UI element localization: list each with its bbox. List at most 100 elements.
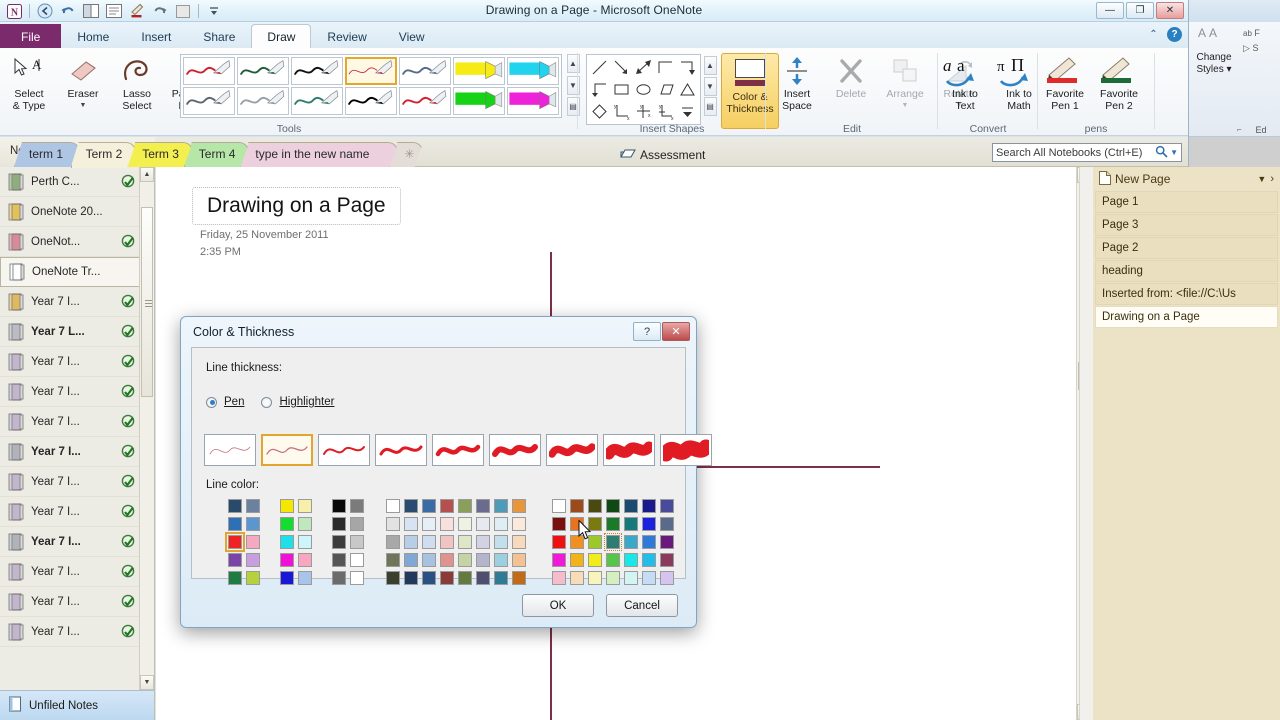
page-panel-scrollbar[interactable] xyxy=(1079,167,1093,720)
new-page-dropdown-icon[interactable]: ▼ xyxy=(1257,174,1266,184)
pen-swatch-pen-teal[interactable] xyxy=(291,87,343,115)
color-swatch[interactable] xyxy=(228,499,242,513)
color-swatch[interactable] xyxy=(476,499,490,513)
color-swatch[interactable] xyxy=(458,499,472,513)
color-swatch[interactable] xyxy=(642,499,656,513)
color-swatch[interactable] xyxy=(660,535,674,549)
color-swatch[interactable] xyxy=(298,517,312,531)
notebook-item[interactable]: Year 7 I...⌄ xyxy=(0,497,154,527)
page-list[interactable]: Page 1 Page 3 Page 2 heading Inserted from: … xyxy=(1093,191,1280,328)
ribbon-tab-review[interactable]: Review xyxy=(311,24,382,49)
color-swatch[interactable] xyxy=(350,499,364,513)
favorite-pen-1-button[interactable]: Favorite Pen 1 xyxy=(1038,50,1092,112)
color-swatch[interactable] xyxy=(512,499,526,513)
color-swatch[interactable] xyxy=(332,571,346,585)
color-swatch[interactable] xyxy=(332,553,346,567)
dropdown-arrow-icon[interactable]: ▼ xyxy=(80,100,87,112)
maximize-button[interactable]: ❐ xyxy=(1126,2,1154,19)
thickness-option-2[interactable] xyxy=(261,434,313,466)
color-swatch[interactable] xyxy=(298,571,312,585)
axis-quadrant-icon[interactable]: yx xyxy=(655,101,676,122)
notebook-item[interactable]: Year 7 I...⌄ xyxy=(0,287,154,317)
axis-y-x-icon[interactable]: yx xyxy=(611,101,632,122)
color-swatch[interactable] xyxy=(552,517,566,531)
color-swatch[interactable] xyxy=(386,571,400,585)
section-tab-term-2[interactable]: Term 2 xyxy=(71,142,137,168)
notebook-item[interactable]: Perth C...⌄ xyxy=(0,167,154,197)
parallelogram-icon[interactable] xyxy=(655,79,676,100)
color-swatch[interactable] xyxy=(458,553,472,567)
color-swatch[interactable] xyxy=(350,571,364,585)
thickness-option-8[interactable] xyxy=(603,434,655,466)
color-swatch[interactable] xyxy=(386,517,400,531)
shapes-more[interactable]: ▤ xyxy=(703,97,717,116)
section-group-assessment[interactable]: Assessment xyxy=(620,147,705,163)
pen-swatch-highlighter-yellow[interactable] xyxy=(453,57,505,85)
color-swatch[interactable] xyxy=(604,533,622,551)
color-swatch[interactable] xyxy=(570,499,584,513)
pen-swatch-pen-black[interactable] xyxy=(291,57,343,85)
pen-radio[interactable] xyxy=(206,396,217,408)
palette-group-2[interactable] xyxy=(280,499,314,587)
color-swatch[interactable] xyxy=(225,532,245,552)
highlighter-radio[interactable] xyxy=(261,396,273,408)
color-swatch[interactable] xyxy=(552,499,566,513)
color-swatch[interactable] xyxy=(494,499,508,513)
color-swatch[interactable] xyxy=(660,553,674,567)
section-tab-term-1[interactable]: term 1 xyxy=(14,142,80,167)
color-swatch[interactable] xyxy=(642,553,656,567)
bg-find-row[interactable]: ab F xyxy=(1243,26,1260,41)
color-swatch[interactable] xyxy=(570,553,584,567)
color-swatch[interactable] xyxy=(386,553,400,567)
color-swatch[interactable] xyxy=(332,517,346,531)
color-swatch[interactable] xyxy=(386,499,400,513)
color-swatch[interactable] xyxy=(494,571,508,585)
dialog-buttons[interactable]: OK Cancel xyxy=(522,594,678,617)
pen-swatch-pen-red[interactable] xyxy=(183,57,235,85)
color-swatch[interactable] xyxy=(228,517,242,531)
line-double-arrow-icon[interactable] xyxy=(633,57,654,78)
delete-button[interactable]: Delete xyxy=(824,50,878,112)
notebook-item[interactable]: OneNot...⌄ xyxy=(0,227,154,257)
color-swatch[interactable] xyxy=(624,517,638,531)
shapes-scroll-up[interactable]: ▲ xyxy=(703,56,717,75)
page-list-item[interactable]: Drawing on a Page xyxy=(1095,306,1278,328)
color-swatch[interactable] xyxy=(606,499,620,513)
sidebar-scroll-thumb[interactable] xyxy=(141,207,153,397)
sidebar-scrollbar[interactable]: ▲ ▼ xyxy=(139,167,154,690)
color-swatch[interactable] xyxy=(404,553,418,567)
color-swatch[interactable] xyxy=(440,535,454,549)
search-box[interactable]: Search All Notebooks (Ctrl+E) ▼ xyxy=(992,143,1182,162)
elbow-connector-icon[interactable] xyxy=(655,57,676,78)
color-swatch[interactable] xyxy=(404,499,418,513)
notebook-item[interactable]: OneNote Tr...⌄ xyxy=(0,257,154,287)
dialog-close-button[interactable]: ✕ xyxy=(662,322,690,341)
lasso-select-button[interactable]: Lasso Select xyxy=(110,50,164,112)
color-swatch[interactable] xyxy=(570,571,584,585)
color-swatch[interactable] xyxy=(280,535,294,549)
pen-gallery[interactable] xyxy=(180,54,562,118)
color-swatch[interactable] xyxy=(228,553,242,567)
page-list-item[interactable]: Page 1 xyxy=(1095,191,1278,213)
ribbon-tabstrip[interactable]: File Home Insert Share Draw Review View ⌃ ? xyxy=(0,22,1188,49)
color-swatch[interactable] xyxy=(606,517,620,531)
notebook-item[interactable]: Year 7 I...⌄ xyxy=(0,377,154,407)
ribbon-tab-share[interactable]: Share xyxy=(187,24,251,49)
color-swatch[interactable] xyxy=(494,517,508,531)
color-swatch[interactable] xyxy=(642,517,656,531)
bg-select-row[interactable]: ▷ S xyxy=(1243,41,1260,55)
dialog-help-button[interactable]: ? xyxy=(633,322,661,341)
color-palette[interactable] xyxy=(225,499,700,587)
color-swatch[interactable] xyxy=(512,553,526,567)
color-swatch[interactable] xyxy=(512,571,526,585)
notebook-item[interactable]: Year 7 I...⌄ xyxy=(0,347,154,377)
notebook-item[interactable]: Year 7 I...⌄ xyxy=(0,557,154,587)
expand-page-list-icon[interactable]: › xyxy=(1270,173,1274,185)
section-tab-term-3[interactable]: Term 3 xyxy=(127,142,193,167)
color-swatch[interactable] xyxy=(606,571,620,585)
color-swatch[interactable] xyxy=(660,571,674,585)
ribbon-tab-insert[interactable]: Insert xyxy=(125,24,187,49)
color-swatch[interactable] xyxy=(332,499,346,513)
color-swatch[interactable] xyxy=(280,499,294,513)
ribbon-tab-view[interactable]: View xyxy=(383,24,441,49)
